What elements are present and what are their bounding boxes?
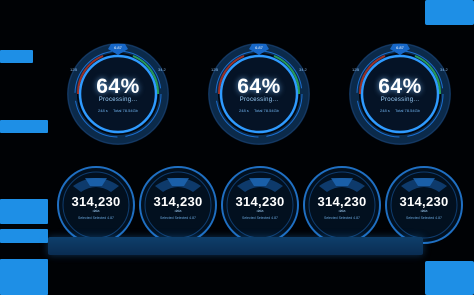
value-dial-1: 314,230 data Selected Selected 4.87 — [55, 164, 137, 246]
gauge-side-right: 34.2 — [299, 67, 307, 72]
gauge-stat-left: 248 s — [380, 108, 390, 113]
dial-label: data — [174, 209, 182, 213]
gauge-stat-left: 248 s — [98, 108, 108, 113]
side-tab-1[interactable] — [0, 50, 33, 63]
dial-label: data — [338, 209, 346, 213]
top-right-button[interactable] — [425, 0, 474, 25]
dial-value: 314,230 — [317, 194, 367, 209]
dial-label: data — [420, 209, 428, 213]
gauge-percent: 64% — [237, 75, 281, 98]
value-dial-5: 314,230 data Selected Selected 4.87 — [383, 164, 465, 246]
gauge-stat-right: Total 78.54Gb — [113, 108, 138, 113]
gauge-side-right: 34.2 — [440, 67, 448, 72]
gauge-side-left: 12B — [352, 67, 360, 72]
dial-label: data — [256, 209, 264, 213]
value-dial-4: 314,230 data Selected Selected 4.87 — [301, 164, 383, 246]
gauge-percent: 64% — [96, 75, 140, 98]
gauge-status: Processing... — [98, 97, 138, 103]
side-tab-2[interactable] — [0, 120, 48, 133]
dial-value: 314,230 — [153, 194, 203, 209]
value-dial-2: 314,230 data Selected Selected 4.87 — [137, 164, 219, 246]
dial-value: 314,230 — [71, 194, 121, 209]
gauge-badge: 6.87 — [114, 45, 122, 50]
dial-legend: Selected Selected 4.87 — [78, 216, 114, 220]
gauge-badge: 6.87 — [396, 45, 404, 50]
progress-gauge-2: 6.87 12B 34.2 64% Processing... 248 s To… — [199, 36, 319, 156]
gauge-badge: 6.87 — [255, 45, 263, 50]
progress-gauge-1: 6.87 12B 34.2 64% Processing... 248 s To… — [58, 36, 178, 156]
gauge-stat-left: 248 s — [239, 108, 249, 113]
gauge-stat-right: Total 78.54Gb — [254, 108, 279, 113]
gauge-stat-right: Total 78.54Gb — [395, 108, 420, 113]
gauge-percent: 64% — [378, 75, 422, 98]
gauge-status: Processing... — [239, 97, 279, 103]
side-tab-3[interactable] — [0, 199, 48, 224]
dial-value: 314,230 — [399, 194, 449, 209]
bottom-right-button[interactable] — [425, 261, 474, 295]
dial-legend: Selected Selected 4.87 — [324, 216, 360, 220]
dial-legend: Selected Selected 4.87 — [160, 216, 196, 220]
bottom-bar — [48, 237, 423, 255]
gauge-side-left: 12B — [211, 67, 219, 72]
value-dial-3: 314,230 data Selected Selected 4.87 — [219, 164, 301, 246]
dial-value: 314,230 — [235, 194, 285, 209]
dial-legend: Selected Selected 4.87 — [242, 216, 278, 220]
gauge-side-left: 12B — [70, 67, 78, 72]
dial-label: data — [92, 209, 100, 213]
progress-gauge-3: 6.87 12B 34.2 64% Processing... 248 s To… — [340, 36, 460, 156]
side-tab-4[interactable] — [0, 229, 48, 243]
dial-legend: Selected Selected 4.87 — [406, 216, 442, 220]
gauge-side-right: 34.2 — [158, 67, 166, 72]
side-tab-5[interactable] — [0, 259, 48, 295]
gauge-status: Processing... — [380, 97, 420, 103]
